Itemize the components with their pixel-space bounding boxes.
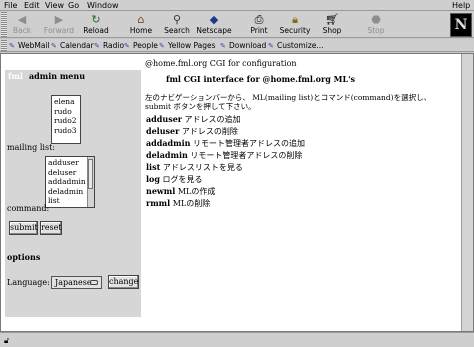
forward-button[interactable]: ▶ Forward xyxy=(40,12,78,38)
netscape-logo[interactable]: N xyxy=(450,13,472,37)
security-label: Security xyxy=(279,26,311,35)
fml-label: fml xyxy=(8,71,23,81)
stop-button[interactable]: ⬣ Stop xyxy=(364,12,388,38)
mailing-list-label: mailing list: xyxy=(7,143,55,152)
command-entry: newml MLの作成 xyxy=(146,186,216,196)
menu-bar: File Edit View Go Window Help xyxy=(0,0,474,11)
bookmark-icon: ✎ xyxy=(268,42,274,50)
bookmark-icon: ✎ xyxy=(51,42,57,50)
netscape-icon: ◆ xyxy=(209,13,219,26)
submit-button[interactable]: submit xyxy=(9,221,38,235)
reload-icon: ↻ xyxy=(91,13,101,26)
language-value: Japanese xyxy=(55,278,92,287)
magnifier-icon: ⚲ xyxy=(172,13,182,26)
home-button[interactable]: ⌂ Home xyxy=(127,12,155,38)
language-select[interactable]: Japanese xyxy=(51,276,102,289)
printer-icon: ⎙ xyxy=(254,13,264,26)
left-navigation-panel: fml admin menu elena rudo rudo2 rudo3 mai… xyxy=(5,70,141,317)
menu-edit[interactable]: Edit xyxy=(24,1,40,10)
interface-title: fml CGI interface for @home.fml.org ML's xyxy=(166,74,356,84)
bookmark-customize[interactable]: ✎ Customize... xyxy=(268,41,324,50)
bookmark-calendar[interactable]: ✎ Calendar xyxy=(51,41,94,50)
search-button[interactable]: ⚲ Search xyxy=(161,12,193,38)
command-label: command: xyxy=(7,204,50,213)
reload-button[interactable]: ↻ Reload xyxy=(80,12,112,38)
content-area: @home.fml.org CGI for configuration fml a… xyxy=(0,53,474,332)
security-status-icon[interactable]: 🔓︎ xyxy=(4,336,13,345)
home-icon: ⌂ xyxy=(137,13,145,26)
right-arrow-icon: ▶ xyxy=(54,13,64,26)
navigation-toolbar: ◀ Back ▶ Forward ↻ Reload ⌂ Home ⚲ Searc… xyxy=(0,11,474,38)
back-label: Back xyxy=(12,26,32,35)
back-button[interactable]: ◀ Back xyxy=(8,12,36,38)
menu-help[interactable]: Help xyxy=(452,1,470,10)
menu-file[interactable]: File xyxy=(4,1,17,10)
bookmark-icon: ✎ xyxy=(9,42,15,50)
shop-label: Shop xyxy=(322,26,342,35)
reload-label: Reload xyxy=(83,26,109,35)
language-label: Language: xyxy=(7,278,50,287)
bookmark-radio[interactable]: ✎ Radio xyxy=(94,41,124,50)
search-label: Search xyxy=(164,26,190,35)
page-top-heading: @home.fml.org CGI for configuration xyxy=(145,59,297,68)
admin-menu-label: admin menu xyxy=(28,71,86,81)
command-entry: adduser アドレスの追加 xyxy=(146,114,241,124)
menu-view[interactable]: View xyxy=(45,1,64,10)
command-entry: list アドレスリストを見る xyxy=(146,162,243,172)
shop-button[interactable]: 🛒︎ Shop xyxy=(319,12,345,38)
command-scrollbar[interactable] xyxy=(87,157,94,207)
command-entry: deladmin リモート管理者アドレスの削除 xyxy=(146,150,303,160)
netscape-button[interactable]: ◆ Netscape xyxy=(194,12,234,38)
dropdown-indicator-icon xyxy=(90,280,98,285)
toolbar-grip[interactable] xyxy=(1,12,7,37)
security-button[interactable]: 🔒︎ Security xyxy=(278,12,312,38)
list-item[interactable]: rudo xyxy=(52,107,80,117)
bookmark-webmail[interactable]: ✎ WebMail xyxy=(9,41,50,50)
forward-label: Forward xyxy=(43,26,75,35)
personal-toolbar: ✎ WebMail ✎ Calendar ✎ Radio ✎ People ✎ Yello… xyxy=(0,39,474,52)
stop-label: Stop xyxy=(367,26,385,35)
bookmark-people[interactable]: ✎ People xyxy=(124,41,158,50)
reset-button[interactable]: reset xyxy=(40,221,62,235)
lock-icon: 🔒︎ xyxy=(292,13,298,26)
netscape-label: Netscape xyxy=(196,26,232,35)
bookmark-download[interactable]: ✎ Download xyxy=(220,41,266,50)
bookmark-icon: ✎ xyxy=(124,42,130,50)
page-scrollbar[interactable] xyxy=(461,54,473,331)
command-entry: addadmin リモート管理者アドレスの追加 xyxy=(146,138,306,148)
command-select[interactable]: adduser deluser addadmin deladmin list xyxy=(45,156,95,208)
list-item[interactable]: rudo3 xyxy=(52,126,80,136)
scroll-thumb[interactable] xyxy=(88,159,93,189)
print-button[interactable]: ⎙ Print xyxy=(246,12,272,38)
list-item[interactable]: rudo2 xyxy=(52,116,80,126)
status-bar: 🔓︎ xyxy=(0,332,474,347)
home-label: Home xyxy=(129,26,153,35)
bookmark-icon: ✎ xyxy=(220,42,226,50)
personal-toolbar-grip[interactable] xyxy=(1,40,7,51)
admin-menu-title: fml admin menu xyxy=(8,71,85,81)
menu-go[interactable]: Go xyxy=(68,1,79,10)
print-label: Print xyxy=(250,26,268,35)
list-item[interactable]: elena xyxy=(52,97,80,107)
mailing-list-select[interactable]: elena rudo rudo2 rudo3 xyxy=(51,95,81,144)
stop-icon: ⬣ xyxy=(371,13,381,26)
command-entry: log ログを見る xyxy=(146,174,203,184)
bookmark-icon: ✎ xyxy=(94,42,100,50)
left-arrow-icon: ◀ xyxy=(17,13,27,26)
change-button[interactable]: change xyxy=(108,275,139,289)
options-title: options xyxy=(7,252,41,262)
cart-icon: 🛒︎ xyxy=(325,13,339,26)
bookmark-yellow-pages[interactable]: ✎ Yellow Pages xyxy=(159,41,216,50)
command-entry: rmml MLの削除 xyxy=(146,198,211,208)
menu-window[interactable]: Window xyxy=(87,1,119,10)
command-entry: deluser アドレスの削除 xyxy=(146,126,238,136)
intro-line-2: submit ボタンを押して下さい。 xyxy=(145,102,256,111)
bookmark-icon: ✎ xyxy=(159,42,165,50)
